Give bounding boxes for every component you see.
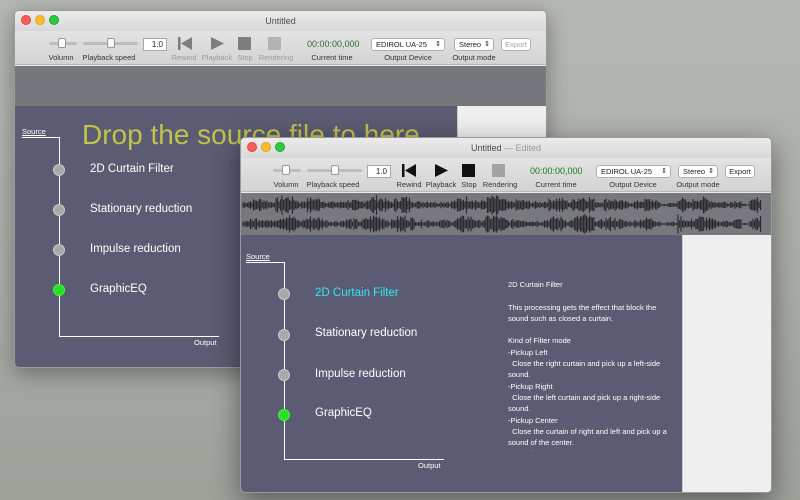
side-panel <box>682 235 771 492</box>
output-mode-select[interactable]: Stereo ⇕ <box>678 165 718 178</box>
rendering-icon[interactable] <box>267 36 283 51</box>
chevron-updown-icon: ⇕ <box>661 168 667 175</box>
rendering-label: Rendering <box>258 53 294 62</box>
zoom-window-icon[interactable] <box>49 15 59 25</box>
rendering-label: Rendering <box>482 180 518 189</box>
filter-item-2d-curtain[interactable]: 2D Curtain Filter <box>90 163 174 175</box>
edited-indicator: — Edited <box>504 143 542 153</box>
play-icon[interactable] <box>209 36 225 51</box>
current-time-display: 00:00:00,000 <box>307 39 360 49</box>
export-button[interactable]: Export <box>725 165 755 178</box>
rendering-icon[interactable] <box>491 163 507 178</box>
playback-speed-thumb[interactable] <box>331 165 339 175</box>
output-line <box>284 459 444 460</box>
volume-slider[interactable] <box>49 38 77 48</box>
filter-panel: Source Output 2D Curtain Filter Stationa… <box>241 235 684 492</box>
close-window-icon[interactable] <box>247 142 257 152</box>
current-time-label: Current time <box>535 180 577 189</box>
volume-label: Volumn <box>48 53 74 62</box>
playback-speed-label: Playback speed <box>306 180 360 189</box>
source-line <box>22 137 60 138</box>
output-device-select[interactable]: EDIROL UA-25 ⇕ <box>371 38 445 51</box>
chevron-updown-icon: ⇕ <box>708 168 714 175</box>
waveform-graphic <box>242 195 762 234</box>
chevron-updown-icon: ⇕ <box>435 41 441 48</box>
current-time-label: Current time <box>311 53 353 62</box>
filter-item-graphiceq[interactable]: GraphicEQ <box>315 407 372 419</box>
volume-slider-thumb[interactable] <box>282 165 290 175</box>
playback-speed-slider[interactable] <box>307 165 362 175</box>
output-mode-value: Stereo <box>459 40 482 49</box>
minimize-window-icon[interactable] <box>261 142 271 152</box>
current-time-display: 00:00:00,000 <box>530 166 583 176</box>
rewind-label: Rewind <box>171 53 197 62</box>
output-label: Output <box>194 338 217 347</box>
playback-speed-label: Playback speed <box>82 53 136 62</box>
stop-icon[interactable] <box>461 163 477 178</box>
filter-node[interactable] <box>278 329 290 341</box>
output-device-select[interactable]: EDIROL UA-25 ⇕ <box>596 165 671 178</box>
chevron-updown-icon: ⇕ <box>484 41 490 48</box>
output-line <box>59 336 219 337</box>
filter-item-2d-curtain[interactable]: 2D Curtain Filter <box>315 287 399 299</box>
filter-item-impulse-reduction[interactable]: Impulse reduction <box>90 243 181 255</box>
filter-node[interactable] <box>53 164 65 176</box>
window-title: Untitled <box>265 16 296 26</box>
export-button[interactable]: Export <box>501 38 531 51</box>
stop-icon[interactable] <box>237 36 253 51</box>
minimize-window-icon[interactable] <box>35 15 45 25</box>
play-icon[interactable] <box>433 163 449 178</box>
filter-item-graphiceq[interactable]: GraphicEQ <box>90 283 147 295</box>
window-title: Untitled <box>470 143 502 153</box>
output-device-label: Output Device <box>384 53 432 62</box>
filter-item-impulse-reduction[interactable]: Impulse reduction <box>315 368 406 380</box>
volume-slider-thumb[interactable] <box>58 38 66 48</box>
output-mode-label: Output mode <box>676 180 720 189</box>
source-label: Source <box>246 252 270 261</box>
toolbar: Volumn Playback speed 1.0 Rewind Playbac… <box>241 158 771 192</box>
filter-node[interactable] <box>53 204 65 216</box>
output-label: Output <box>418 461 441 470</box>
zoom-window-icon[interactable] <box>275 142 285 152</box>
output-device-value: EDIROL UA-25 <box>601 167 652 176</box>
close-window-icon[interactable] <box>21 15 31 25</box>
filter-node-active[interactable] <box>53 284 65 296</box>
rewind-label: Rewind <box>396 180 422 189</box>
playback-rate-field[interactable]: 1.0 <box>367 165 391 178</box>
stop-label: Stop <box>461 180 477 189</box>
title-bar[interactable]: Untitled <box>15 11 546 31</box>
stop-label: Stop <box>237 53 253 62</box>
output-mode-label: Output mode <box>452 53 496 62</box>
toolbar: Volumn Playback speed 1.0 Rewind Playbac… <box>15 31 546 65</box>
filter-item-stationary-reduction[interactable]: Stationary reduction <box>315 327 417 339</box>
waveform-view[interactable] <box>241 193 771 235</box>
playback-speed-slider[interactable] <box>83 38 138 48</box>
playback-speed-thumb[interactable] <box>107 38 115 48</box>
rewind-icon[interactable] <box>401 163 417 178</box>
title-bar[interactable]: Untitled — Edited <box>241 138 771 158</box>
output-mode-select[interactable]: Stereo ⇕ <box>454 38 494 51</box>
filter-description: 2D Curtain Filter This processing gets t… <box>508 280 667 451</box>
output-device-label: Output Device <box>609 180 657 189</box>
front-window: Untitled — Edited Volumn Playback speed … <box>240 137 772 493</box>
playback-rate-field[interactable]: 1.0 <box>143 38 167 51</box>
output-mode-value: Stereo <box>683 167 706 176</box>
playback-label: Playback <box>425 180 457 189</box>
filter-node[interactable] <box>53 244 65 256</box>
filter-node-active[interactable] <box>278 409 290 421</box>
playback-label: Playback <box>201 53 233 62</box>
source-label: Source <box>22 127 46 136</box>
rewind-icon[interactable] <box>177 36 193 51</box>
filter-item-stationary-reduction[interactable]: Stationary reduction <box>90 203 192 215</box>
output-device-value: EDIROL UA-25 <box>376 40 427 49</box>
filter-node[interactable] <box>278 369 290 381</box>
volume-slider[interactable] <box>273 165 301 175</box>
filter-node[interactable] <box>278 288 290 300</box>
source-line <box>246 262 285 263</box>
volume-label: Volumn <box>273 180 299 189</box>
